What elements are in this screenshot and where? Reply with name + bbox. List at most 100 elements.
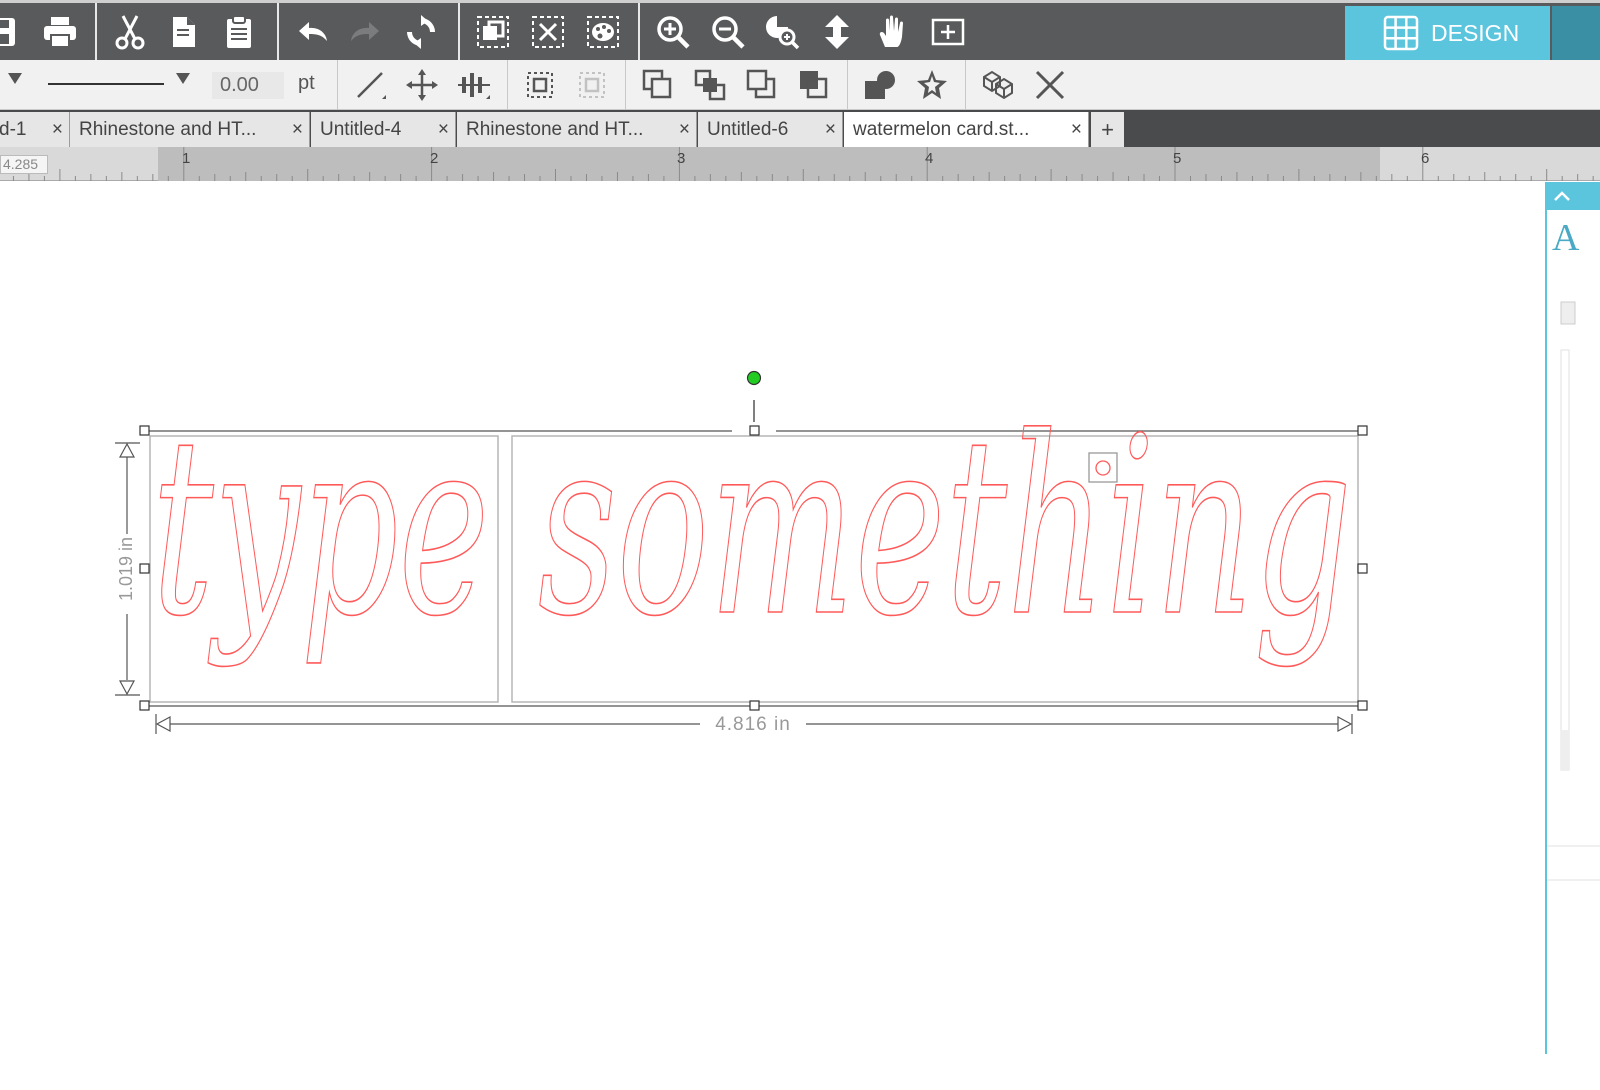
handle-top-right[interactable] [1357, 425, 1368, 436]
tab-label: watermelon card.st... [853, 118, 1030, 140]
ungroup-select-button[interactable] [572, 65, 612, 105]
object-group [460, 3, 640, 60]
tab-untitled-1[interactable]: d-1 × [0, 112, 70, 147]
horizontal-ruler: 1 2 3 4 5 6 4.285 [0, 147, 1600, 181]
design-canvas[interactable]: type something 1.019 in 4.816 in [0, 182, 1545, 1090]
line-color-dropdown-arrow[interactable] [8, 73, 22, 84]
zoom-select-button[interactable] [761, 11, 803, 53]
panel-title-glyph: A [1552, 217, 1580, 259]
store-mode-button[interactable] [1552, 6, 1600, 60]
tab-close-icon[interactable]: × [1071, 119, 1082, 141]
handle-bottom-right[interactable] [1357, 700, 1368, 711]
tab-untitled-6[interactable]: Untitled-6 × [698, 112, 843, 147]
fill-panel-button[interactable] [582, 11, 624, 53]
fit-to-page-button[interactable] [927, 11, 969, 53]
print-button[interactable] [39, 11, 81, 53]
cubes-icon [983, 70, 1013, 100]
file-group [0, 3, 97, 60]
tab-untitled-4[interactable]: Untitled-4 × [311, 112, 456, 147]
align-center-icon [458, 73, 490, 99]
line-tool-icon [357, 72, 386, 99]
move-tool-button[interactable] [402, 65, 442, 105]
design-mode-label: DESIGN [1431, 19, 1520, 46]
cut-button[interactable] [109, 11, 151, 53]
ruler-ticks [12, 147, 1594, 181]
close-x-icon [1035, 70, 1065, 100]
redo-icon [351, 22, 379, 41]
new-tab-button[interactable]: + [1091, 112, 1124, 147]
palette-icon [587, 16, 619, 48]
handle-top-center[interactable] [749, 425, 760, 436]
line-width-unit: pt [298, 72, 315, 94]
zoom-in-button[interactable] [652, 11, 694, 53]
tab-close-icon[interactable]: × [825, 119, 836, 141]
font-list[interactable] [1560, 349, 1570, 771]
font-search-field[interactable] [1560, 301, 1576, 325]
tab-close-icon[interactable]: × [438, 119, 449, 141]
rotate-handle[interactable] [746, 370, 762, 386]
bring-to-front-icon [642, 69, 672, 99]
group-select-button[interactable] [520, 65, 560, 105]
shape-library-button[interactable] [860, 65, 900, 105]
handle-middle-left[interactable] [139, 563, 150, 574]
separator [625, 60, 626, 110]
tab-close-icon[interactable]: × [679, 119, 690, 141]
tab-label: Rhinestone and HT... [79, 118, 257, 140]
separator [337, 60, 338, 110]
tab-rhinestone-1[interactable]: Rhinestone and HT... × [70, 112, 310, 147]
tab-label: Rhinestone and HT... [466, 118, 644, 140]
redraw-button[interactable] [400, 11, 442, 53]
bring-forward-icon [694, 69, 726, 101]
3d-view-button[interactable] [978, 65, 1018, 105]
design-mode-button[interactable]: DESIGN [1345, 6, 1550, 60]
redo-button[interactable] [345, 11, 387, 53]
bring-forward-button[interactable] [690, 65, 730, 105]
grid-icon [1383, 15, 1419, 51]
group-button[interactable] [472, 11, 514, 53]
font-list-scroll-thumb[interactable] [1561, 730, 1569, 770]
save-button[interactable] [0, 11, 26, 53]
ungroup-button[interactable] [527, 11, 569, 53]
group-icon [477, 16, 509, 48]
redraw-icon [407, 15, 435, 49]
tab-watermelon-card[interactable]: watermelon card.st... × [844, 112, 1089, 147]
handle-middle-right[interactable] [1357, 563, 1368, 574]
line-style-preview[interactable] [48, 83, 164, 85]
ungroup-select-icon [579, 72, 605, 98]
move-arrows-icon [406, 69, 438, 101]
line-width-input[interactable] [212, 72, 284, 99]
paste-icon [227, 15, 251, 48]
text-style-panel: A [1545, 182, 1600, 1054]
undo-button[interactable] [291, 11, 333, 53]
handle-bottom-center[interactable] [749, 700, 760, 711]
ruler-label: 1 [182, 150, 191, 167]
tab-rhinestone-2[interactable]: Rhinestone and HT... × [457, 112, 697, 147]
handle-bottom-left[interactable] [139, 700, 150, 711]
zoom-in-icon [657, 16, 690, 49]
ruler-label: 3 [677, 150, 686, 167]
height-label: 1.019 in [116, 537, 136, 601]
send-backward-icon [746, 69, 776, 99]
save-icon [0, 18, 15, 46]
align-button[interactable] [454, 65, 494, 105]
copy-button[interactable] [163, 11, 205, 53]
tab-close-icon[interactable]: × [52, 119, 63, 141]
delete-button[interactable] [1030, 65, 1070, 105]
ruler-label: 4 [925, 150, 934, 167]
panel-bottom-edge [1545, 1054, 1600, 1090]
document-tabs: d-1 × Rhinestone and HT... × Untitled-4 … [0, 110, 1600, 147]
star-shape-button[interactable] [912, 65, 952, 105]
send-to-back-button[interactable] [794, 65, 834, 105]
tab-close-icon[interactable]: × [292, 119, 303, 141]
pan-button[interactable] [871, 11, 913, 53]
zoom-out-button[interactable] [707, 11, 749, 53]
bring-to-front-button[interactable] [638, 65, 678, 105]
tab-label: Untitled-6 [707, 118, 789, 140]
star-icon [917, 70, 947, 99]
paste-button[interactable] [218, 11, 260, 53]
handle-top-left[interactable] [139, 425, 150, 436]
send-backward-button[interactable] [742, 65, 782, 105]
line-tool-button[interactable] [350, 65, 390, 105]
line-style-dropdown-arrow[interactable] [176, 73, 190, 84]
drag-zoom-button[interactable] [816, 11, 858, 53]
